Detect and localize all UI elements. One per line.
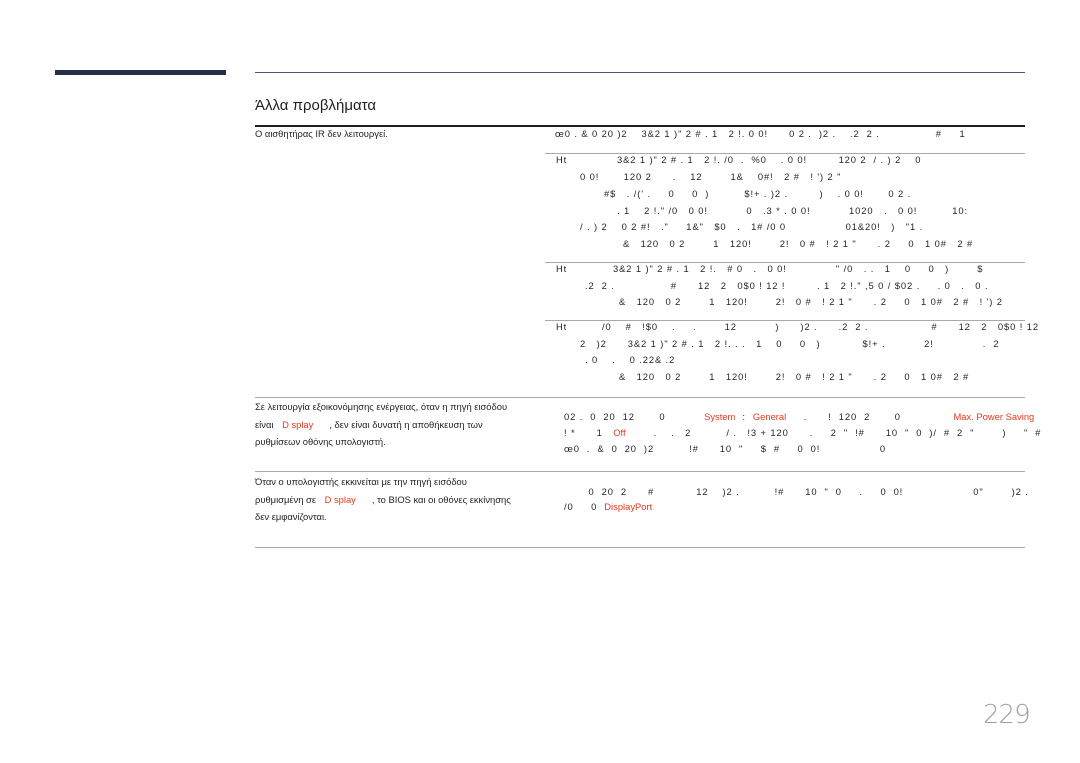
display-source-term: D splay — [324, 493, 356, 505]
solution-line: œ0 . & 0 20 )2 !# 10 " $ # 0 0! 0 — [557, 432, 886, 454]
item-line: 2 )2 3&2 1 )" 2 # . 1 2 !. . . 1 0 0 ) $… — [580, 338, 1000, 349]
item-line: . 0 . 0 .22& .2 — [585, 354, 676, 365]
solution-line: /0 0 DisplayPort — [557, 490, 652, 512]
item-line: #$ . /(' . 0 0 ) $!+ . )2 . ) . 0 0! 0 2… — [604, 188, 912, 199]
solution-text: œ0 . & 0 20 )2 !# 10 " $ # 0 0! 0 — [564, 443, 886, 454]
displayport-term: DisplayPort — [604, 501, 653, 512]
page-number: 229 — [983, 700, 1031, 730]
problem-ir-sensor: Ο αισθητήρας IR δεν λειτουργεί. — [255, 128, 388, 139]
item-line: 3&2 1 )" 2 # . 1 2 !. # 0 . 0 0! " /0 . … — [613, 263, 984, 274]
problem-power-saving: Σε λειτουργία εξοικονόμησης ενέργειας, ό… — [255, 398, 515, 451]
solution-text: /0 0 — [564, 501, 605, 512]
item-line: /0 # !$0 . . 12 ) )2 . .2 2 . # 12 2 0$0… — [602, 321, 1040, 332]
display-source-term: D splay — [282, 418, 314, 430]
item-line: . 1 2 !." /0 0 0! 0 .3 * . 0 0! 1020 . 0… — [617, 205, 969, 216]
item-marker: Ht — [556, 321, 568, 332]
row-rule — [255, 471, 1025, 472]
section-title: Άλλα προβλήματα — [255, 97, 377, 114]
item-marker: Ht — [556, 154, 568, 165]
problem-bios-not-shown: Όταν ο υπολογιστής εκκινείται με την πηγ… — [255, 473, 515, 526]
item-line: & 120 0 2 1 120! 2! 0 # ! 2 1 " . 2 0 1 … — [619, 296, 1003, 307]
item-line: & 120 0 2 1 120! 2! 0 # ! 2 1 " . 2 0 1 … — [623, 238, 974, 249]
item-marker: Ht — [556, 263, 568, 274]
solution-intro: œ0 . & 0 20 )2 3&2 1 )" 2 # . 1 2 !. 0 0… — [555, 128, 966, 139]
item-line: 0 0! 120 2 . 12 1& 0#! 2 # ! ') 2 " — [580, 171, 842, 182]
header-rule — [255, 72, 1025, 73]
item-line: / . ) 2 0 2 #! ." 1&" $0 . 1# /0 0 01&20… — [580, 221, 924, 232]
item-line: & 120 0 2 1 120! 2! 0 # ! 2 1 " . 2 0 1 … — [619, 371, 970, 382]
item-line: .2 2 . # 12 2 0$0 ! 12 ! . 1 2 !." ,5 0 … — [585, 280, 989, 291]
table-bottom-rule — [255, 547, 1025, 548]
chapter-marker-bar — [55, 70, 226, 75]
item-line: 3&2 1 )" 2 # . 1 2 !. /0 . %0 . 0 0! 120… — [617, 154, 922, 165]
